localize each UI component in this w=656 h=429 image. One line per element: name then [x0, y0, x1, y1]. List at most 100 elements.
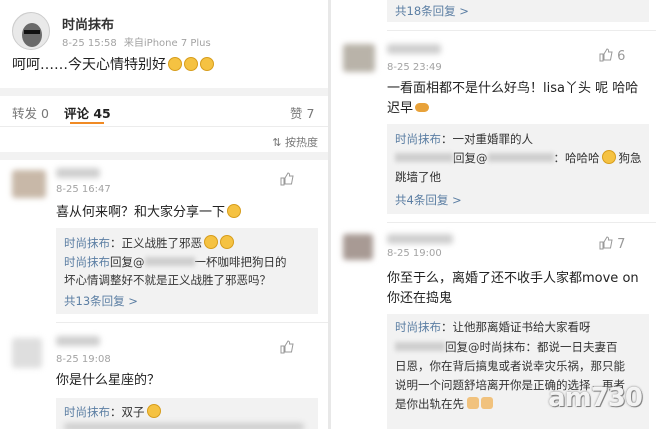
- sort-icon: ⇅: [272, 136, 282, 149]
- reply-text: ：让他那离婚证书给大家看呀: [441, 320, 591, 334]
- reply-text: 回复@时尚抹布：都说一日夫妻百: [445, 340, 618, 354]
- commenter-name-blurred[interactable]: [387, 234, 453, 244]
- comment-divider: [387, 222, 656, 223]
- blurred-username: [487, 153, 554, 162]
- section-divider: [0, 152, 328, 160]
- reply-line: 日恩，你在背后搞鬼或者说幸灾乐祸，那只能: [395, 359, 625, 373]
- tab-repost[interactable]: 转发 0: [12, 103, 49, 122]
- comment-text-line1: 你至于么，离婚了还不收手人家都move on: [387, 271, 639, 286]
- right-screenshot-panel: 共18条回复 > 8-25 23:49 6 一看面相都不是什么好鸟！lisa丫头…: [331, 0, 656, 429]
- comment-divider: [56, 322, 328, 323]
- like-button[interactable]: [280, 340, 294, 356]
- commenter-avatar[interactable]: [343, 44, 375, 72]
- comment-text: 你是什么星座的？: [56, 373, 161, 388]
- reply-line: 回复@ ：哈哈哈 狗急: [395, 149, 642, 167]
- thumbs-up-icon: [280, 340, 294, 354]
- comment-time: 8-25 23:49: [387, 62, 442, 73]
- post-text-row: 呵呵……今天心情特别好: [12, 54, 214, 76]
- commenter-name-blurred[interactable]: [56, 168, 100, 178]
- post-meta: 8-25 15:58 来自iPhone 7 Plus: [62, 34, 211, 49]
- emoji-icon: [146, 404, 161, 418]
- more-replies-link[interactable]: 共13条回复 >: [64, 293, 138, 309]
- post-source: 来自iPhone 7 Plus: [123, 38, 211, 49]
- reply-text-cont: ：哈哈哈: [553, 151, 600, 165]
- post-author-avatar[interactable]: [12, 12, 50, 50]
- reply-line: 时尚抹布：一对重婚罪的人: [395, 130, 533, 148]
- commenter-name-blurred[interactable]: [56, 336, 100, 346]
- sort-label: 按热度: [285, 136, 318, 149]
- blurred-username: [144, 257, 195, 266]
- smile-emoji-icon: [184, 57, 198, 71]
- emoji-icon: [227, 204, 242, 218]
- like-count: 6: [617, 49, 626, 64]
- reply-text: 是你出轨在先: [395, 397, 464, 411]
- comment-text-line2: 你还在捣鬼: [387, 291, 453, 306]
- like-button[interactable]: 7: [599, 236, 625, 252]
- left-screenshot-panel: 时尚抹布 8-25 15:58 来自iPhone 7 Plus 呵呵……今天心情…: [0, 0, 328, 429]
- reply-line: 时尚抹布：正义战胜了邪恶: [64, 234, 234, 252]
- pill-emoji-icon: [415, 103, 430, 112]
- reply-line: 回复@时尚抹布：都说一日夫妻百: [395, 338, 618, 356]
- thumbs-up-icon: [280, 172, 294, 186]
- comment-time: 8-25 19:08: [56, 354, 111, 365]
- comment-time: 8-25 19:00: [387, 248, 442, 259]
- blurred-username: [395, 342, 445, 351]
- post-author-name[interactable]: 时尚抹布: [62, 14, 114, 33]
- reply-author[interactable]: 时尚抹布: [395, 132, 441, 146]
- emoji-icon: [204, 235, 218, 249]
- like-button[interactable]: [280, 172, 294, 188]
- comment-text: 喜从何来啊？和大家分享一下: [56, 205, 226, 220]
- more-replies-link[interactable]: 共4条回复 >: [395, 192, 462, 208]
- post-time: 8-25 15:58: [62, 38, 117, 49]
- clap-emoji-icon: [467, 397, 479, 409]
- smile-emoji-icon: [200, 57, 214, 71]
- thumbs-up-icon: [599, 236, 613, 250]
- post-text: 呵呵……今天心情特别好: [12, 57, 166, 73]
- reply-text-cont: 一杯咖啡把狗日的: [194, 255, 287, 269]
- like-count: 7: [617, 237, 626, 252]
- like-button[interactable]: 6: [599, 48, 625, 64]
- reply-text-tail: 狗急: [618, 151, 642, 165]
- clap-emoji-icon: [481, 397, 493, 409]
- tab-likes[interactable]: 赞 7: [290, 103, 314, 122]
- reply-line: 坏心情调整好不就是正义战胜了邪恶吗？: [64, 273, 271, 287]
- reply-text: ：双子: [110, 405, 145, 419]
- emoji-icon: [601, 150, 616, 164]
- reply-author[interactable]: 时尚抹布: [64, 405, 110, 419]
- watermark-logo: am730: [548, 383, 643, 413]
- comment-text-row: 迟早: [387, 98, 430, 120]
- commenter-avatar[interactable]: [12, 338, 42, 368]
- watermark-text: am730: [548, 383, 643, 413]
- more-replies-link[interactable]: 共18条回复 >: [395, 3, 469, 19]
- smile-emoji-icon: [168, 57, 182, 71]
- blurred-username: [395, 153, 453, 162]
- active-tab-indicator: [70, 122, 104, 124]
- sort-by-hot-button[interactable]: ⇅ 按热度: [272, 134, 318, 150]
- reply-author[interactable]: 时尚抹布: [64, 236, 110, 250]
- reply-text: ：一对重婚罪的人: [441, 132, 533, 146]
- reply-line: 是你出轨在先: [395, 395, 493, 413]
- section-divider: [0, 88, 328, 96]
- reply-line: 时尚抹布回复@ 一杯咖啡把狗日的: [64, 253, 287, 271]
- commenter-name-blurred[interactable]: [387, 44, 441, 54]
- reply-line: 时尚抹布：让他那离婚证书给大家看呀: [395, 318, 591, 336]
- reply-line: 时尚抹布：双子: [64, 403, 161, 421]
- comment-time: 8-25 16:47: [56, 184, 111, 195]
- comment-text-line1: 一看面相都不是什么好鸟！lisa丫头 呢 哈哈: [387, 81, 639, 96]
- tab-comments[interactable]: 评论 45: [64, 103, 111, 122]
- reply-text: ：正义战胜了邪恶: [110, 236, 202, 250]
- emoji-icon: [220, 235, 234, 249]
- commenter-avatar[interactable]: [343, 234, 373, 260]
- reply-line: 跳墙了他: [395, 170, 441, 184]
- reply-text: 回复@: [110, 255, 145, 269]
- thumbs-up-icon: [599, 48, 613, 62]
- commenter-avatar[interactable]: [12, 170, 46, 198]
- reply-text: 回复@: [453, 151, 488, 165]
- comment-divider: [387, 30, 656, 31]
- comment-text-line2: 迟早: [387, 101, 414, 116]
- comment-text-row: 喜从何来啊？和大家分享一下: [56, 202, 242, 224]
- reply-author[interactable]: 时尚抹布: [395, 320, 441, 334]
- cut-off-reply-blurred: [64, 423, 304, 429]
- tabs-divider: [0, 126, 328, 127]
- reply-author[interactable]: 时尚抹布: [64, 255, 110, 269]
